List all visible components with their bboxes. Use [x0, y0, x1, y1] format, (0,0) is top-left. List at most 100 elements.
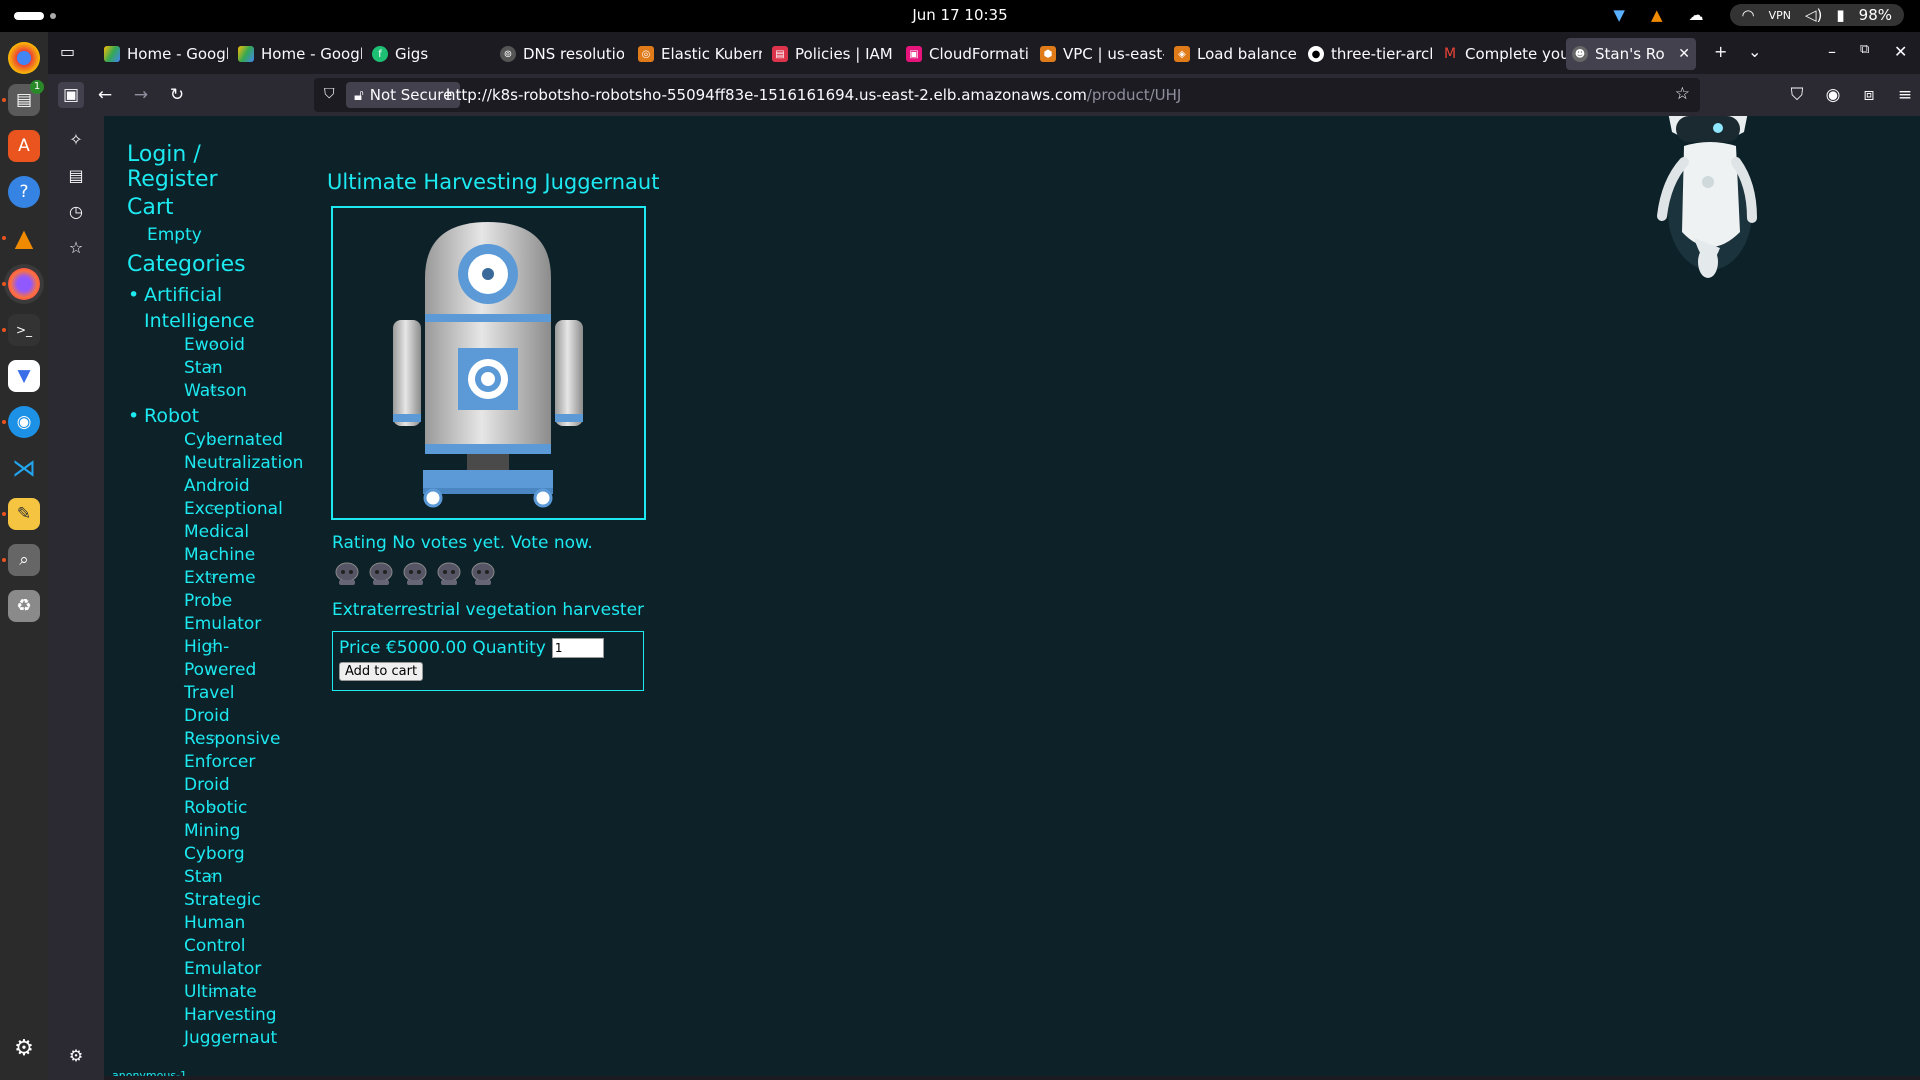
product-link-stan-robot[interactable]: Stan — [144, 866, 274, 889]
product-link-extreme[interactable]: Extreme Probe Emulator — [144, 567, 261, 636]
tracking-protection-icon[interactable]: ⛉ — [324, 86, 335, 102]
vlc-tray-icon[interactable]: ▲ — [1651, 6, 1663, 24]
sidebar-toggle-icon[interactable]: ▣ — [58, 82, 84, 108]
product-link[interactable]: Responsive Enforcer Droid — [184, 729, 280, 795]
tab-active[interactable]: ☻ Stan's Robo ✕ — [1566, 38, 1696, 70]
bookmark-star-icon[interactable]: ☆ — [1675, 84, 1690, 104]
tab[interactable]: M Complete you — [1436, 38, 1566, 70]
product-link[interactable]: Ultimate Harvesting Juggernaut — [184, 982, 277, 1048]
product-link-ultimate[interactable]: Ultimate Harvesting Juggernaut — [144, 981, 277, 1050]
vscode-icon[interactable]: ⋊ — [8, 452, 40, 484]
tab-list-icon[interactable]: ⌄ — [1748, 42, 1761, 61]
bookmarks-icon[interactable]: ☆ — [64, 236, 88, 260]
product-link[interactable]: Ewooid — [184, 335, 245, 355]
add-to-cart-button[interactable]: Add to cart — [339, 662, 424, 681]
vote-icon[interactable] — [402, 562, 428, 588]
product-link-stan[interactable]: Stan — [144, 357, 304, 380]
category-label: Robot — [144, 405, 200, 427]
docker-tray-icon[interactable]: ☁ — [1689, 6, 1704, 24]
gmail-icon: M — [1443, 46, 1457, 62]
chrome-icon[interactable] — [8, 42, 40, 74]
product-link-strategic[interactable]: Strategic Human Control Emulator — [144, 889, 261, 981]
new-tab-icon[interactable]: + — [1714, 42, 1727, 61]
tab[interactable]: ● three-tier-arcl — [1302, 38, 1432, 70]
vpn-icon[interactable]: ▼ — [1613, 6, 1625, 24]
product-link[interactable]: Cybernated Neutralization Android — [184, 430, 303, 496]
pocket-icon[interactable]: ⛉ — [1784, 82, 1810, 108]
tab[interactable]: ▣ CloudFormati — [900, 38, 1030, 70]
vpn-client-icon[interactable]: ▼ — [8, 360, 40, 392]
extensions-icon[interactable]: ⧈ — [1856, 82, 1882, 108]
terminal-icon[interactable]: >_ — [8, 314, 40, 346]
google-drive-icon — [238, 46, 254, 62]
fiverr-icon: f — [372, 46, 388, 62]
vote-icon[interactable] — [436, 562, 462, 588]
app-center-icon[interactable]: A — [8, 130, 40, 162]
tab[interactable]: Home - Googl — [232, 38, 362, 70]
vlc-icon[interactable]: ▲ — [8, 222, 40, 254]
trash-icon[interactable]: ♻ — [8, 590, 40, 622]
tab-label: Home - Googl — [261, 45, 362, 63]
quantity-input[interactable] — [551, 638, 604, 658]
product-link[interactable]: Exceptional Medical Machine — [184, 499, 283, 565]
product-link-responsive[interactable]: Responsive Enforcer Droid — [144, 728, 280, 797]
dock: ▤ 1 A ? ▲ >_ ▼ ◉ ⋊ ✎ ⌕ ♻ ⚙ — [0, 32, 48, 1080]
synced-tabs-icon[interactable]: ▤ — [64, 164, 88, 188]
system-top-bar: Jun 17 10:35 ▼ ▲ ☁ ◠ VPN ◁) ▮ 98% — [0, 0, 1920, 32]
cart-link[interactable]: Cart — [127, 195, 174, 220]
system-tray: ▼ ▲ ☁ ◠ VPN ◁) ▮ 98% — [1613, 4, 1904, 26]
url-bar[interactable]: ⛉ 🔓︎ Not Secure http://k8s-robotsho-robot… — [314, 78, 1700, 112]
product-link-cybernated[interactable]: Cybernated Neutralization Android — [144, 429, 303, 498]
back-icon[interactable]: ← — [92, 82, 118, 108]
docker-icon[interactable]: ◉ — [8, 406, 40, 438]
url-text[interactable]: http://k8s-robotsho-robotsho-55094ff83e-… — [446, 86, 1181, 104]
product-link-exceptional[interactable]: Exceptional Medical Machine — [144, 498, 283, 567]
vote-icon[interactable] — [334, 562, 360, 588]
menu-icon[interactable]: ≡ — [1892, 82, 1918, 108]
system-menu[interactable]: ◠ VPN ◁) ▮ 98% — [1729, 4, 1904, 26]
forward-icon[interactable]: → — [128, 82, 154, 108]
aws-cloudformation-icon: ▣ — [906, 46, 922, 62]
account-icon[interactable]: ◉ — [1820, 82, 1846, 108]
image-viewer-icon[interactable]: ⌕ — [8, 544, 40, 576]
product-link-robotic-mining[interactable]: Robotic Mining Cyborg — [144, 797, 254, 866]
robot-shop-icon: ☻ — [1572, 46, 1588, 62]
login-register-link[interactable]: Login / Register — [127, 142, 247, 192]
text-editor-icon[interactable]: ✎ — [8, 498, 40, 530]
vote-icon[interactable] — [470, 562, 496, 588]
vote-icon[interactable] — [368, 562, 394, 588]
product-link-high-powered[interactable]: High-Powered Travel Droid — [144, 636, 256, 728]
files-icon[interactable]: ▤ 1 — [8, 80, 44, 116]
github-icon: ● — [1308, 46, 1324, 62]
history-icon[interactable]: ◷ — [64, 200, 88, 224]
reload-icon[interactable]: ↻ — [164, 82, 190, 108]
help-icon[interactable]: ? — [8, 176, 40, 208]
product-link-watson[interactable]: Watson — [144, 380, 304, 403]
product-link[interactable]: Stan — [184, 867, 223, 887]
product-link[interactable]: Watson — [184, 381, 247, 401]
tab[interactable]: ⬢ VPC | us-east- — [1034, 38, 1164, 70]
product-link[interactable]: High-Powered Travel Droid — [184, 637, 256, 726]
tab[interactable]: ▤ Policies | IAM — [766, 38, 896, 70]
not-secure-badge[interactable]: 🔓︎ Not Secure — [346, 82, 461, 108]
product-link[interactable]: Stan — [184, 358, 223, 378]
close-window-icon[interactable]: ✕ — [1894, 42, 1907, 61]
product-link[interactable]: Extreme Probe Emulator — [184, 568, 261, 634]
tab[interactable]: ◈ Load balancei — [1168, 38, 1298, 70]
price-label: Price €5000.00 Quantity — [339, 638, 546, 658]
tab[interactable]: ⊚ DNS resolutio — [494, 38, 624, 70]
product-link[interactable]: Strategic Human Control Emulator — [184, 890, 261, 979]
tab[interactable]: f Gigs — [366, 38, 506, 70]
restore-icon[interactable]: ⧉ — [1860, 42, 1869, 57]
tab[interactable]: Home - Googl — [98, 38, 228, 70]
firefox-icon[interactable] — [8, 268, 40, 300]
product-link[interactable]: Robotic Mining Cyborg — [184, 798, 247, 864]
show-apps-icon[interactable]: ⚙ — [8, 1032, 40, 1064]
minimize-icon[interactable]: – — [1828, 42, 1836, 61]
close-tab-icon[interactable]: ✕ — [1672, 46, 1696, 62]
ai-chatbot-icon[interactable]: ✧ — [64, 128, 88, 152]
firefox-view-icon[interactable]: ▭ — [60, 42, 75, 61]
tab[interactable]: ◎ Elastic Kuberr — [632, 38, 762, 70]
product-link-ewooid[interactable]: Ewooid — [144, 334, 304, 357]
customize-sidebar-icon[interactable]: ⚙ — [64, 1044, 88, 1068]
